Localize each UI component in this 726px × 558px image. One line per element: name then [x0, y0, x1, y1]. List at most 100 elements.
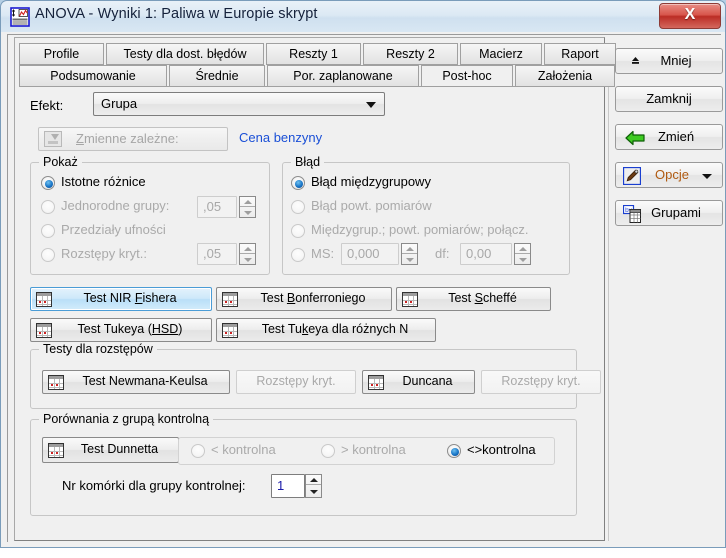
chevron-down-icon[interactable]	[702, 174, 712, 179]
alpha-range-spinner[interactable]	[239, 243, 256, 265]
alpha-range-input[interactable]: ,05	[197, 243, 237, 265]
tab-podsumowanie[interactable]: Podsumowanie	[19, 65, 167, 87]
radio-przedzialy-ufnosci[interactable]	[41, 224, 55, 238]
tab-por-zaplanowane[interactable]: Por. zaplanowane	[267, 65, 419, 87]
range-tests-groupbox: Testy dla rozstępów Test Newmana-Keulsa …	[30, 342, 601, 409]
radio-miedzygrup-polacz[interactable]	[291, 224, 305, 238]
radio-przedzialy-ufnosci-label: Przedziały ufności	[61, 222, 166, 237]
radio-not-equal-control[interactable]	[447, 444, 461, 458]
rozstepy-kryt-nk-button: Rozstępy kryt.	[236, 370, 356, 394]
spinner-up-icon[interactable]	[306, 475, 321, 485]
test-newmana-keulsa-button[interactable]: Test Newmana-Keulsa	[42, 370, 230, 394]
test-tukeya-rozne-n-label: Test Tukeya dla różnych N	[261, 322, 409, 336]
spinner-up-icon[interactable]	[240, 244, 255, 254]
test-newmana-keulsa-label: Test Newmana-Keulsa	[82, 374, 208, 388]
zmien-button[interactable]: Zmień	[615, 124, 723, 150]
ms-spinner[interactable]	[401, 243, 418, 265]
spinner-down-icon[interactable]	[306, 487, 321, 497]
radio-less-than-control[interactable]	[191, 444, 205, 458]
opcje-button[interactable]: Opcje	[615, 162, 723, 188]
dialog-inner-area: Profile Testy dla dost. błędów Reszty 1 …	[7, 34, 723, 542]
tab-macierz[interactable]: Macierz	[460, 43, 542, 65]
mniej-label: Mniej	[660, 53, 692, 68]
radio-blad-miedzygrupowy[interactable]	[291, 176, 305, 190]
radio-blad-miedzygrupowy-label: Błąd międzygrupowy	[311, 174, 431, 189]
radio-rozstepy-kryt[interactable]	[41, 248, 55, 262]
zamknij-label: Zamknij	[646, 91, 692, 106]
test-scheffe-button[interactable]: Test Scheffé	[396, 287, 551, 311]
spinner-up-icon[interactable]	[515, 244, 530, 254]
control-cell-number-input[interactable]: 1	[271, 474, 305, 498]
effect-combobox[interactable]: Grupa	[93, 92, 385, 116]
test-tukeya-hsd-button[interactable]: Test Tukeya (HSD)	[30, 318, 212, 342]
mniej-button[interactable]: Mniej	[615, 48, 723, 74]
title-bar: ANOVA - Wyniki 1: Paliwa w Europie skryp…	[0, 0, 726, 32]
dependent-variables-label: Zmienne zależne:	[76, 131, 179, 146]
radio-ms[interactable]	[291, 248, 305, 262]
dialog-client-area: Profile Testy dla dost. błędów Reszty 1 …	[0, 32, 726, 548]
spinner-down-icon[interactable]	[515, 255, 530, 265]
show-groupbox-title: Pokaż	[39, 155, 82, 169]
rozstepy-kryt-duncan-button: Rozstępy kryt.	[481, 370, 601, 394]
rozstepy-kryt-nk-label: Rozstępy kryt.	[256, 374, 336, 388]
tab-profile[interactable]: Profile	[19, 43, 104, 65]
radio-jednorodne-grupy-label: Jednorodne grupy:	[61, 198, 170, 213]
test-bonferroniego-label: Test Bonferroniego	[260, 291, 366, 305]
dependent-variables-value[interactable]: Cena benzyny	[239, 130, 322, 145]
variables-icon	[44, 131, 62, 147]
radio-jednorodne-grupy[interactable]	[41, 200, 55, 214]
dependent-variables-button[interactable]: Zmienne zależne:	[38, 127, 228, 151]
tab-reszty-1[interactable]: Reszty 1	[266, 43, 361, 65]
ms-input[interactable]: 0,000	[341, 243, 399, 265]
radio-ms-label: MS:	[311, 246, 335, 261]
test-nir-fishera-label: Test NIR Fishera	[83, 291, 177, 305]
test-dunnetta-button[interactable]: Test Dunnetta	[42, 437, 179, 463]
radio-blad-powt-pomiarow[interactable]	[291, 200, 305, 214]
radio-not-equal-control-label: <>kontrolna	[467, 442, 536, 457]
show-groupbox: Pokaż Istotne różnice Jednorodne grupy: …	[30, 155, 270, 275]
tab-srednie[interactable]: Średnie	[169, 65, 265, 87]
tab-strip-underline	[19, 86, 599, 87]
main-panel: Profile Testy dla dost. błędów Reszty 1 …	[14, 37, 616, 541]
radio-greater-than-control[interactable]	[321, 444, 335, 458]
control-cell-number-label: Nr komórki dla grupy kontrolnej:	[62, 478, 246, 493]
df-input[interactable]: 0,00	[460, 243, 512, 265]
df-label: df:	[435, 246, 450, 261]
df-spinner[interactable]	[514, 243, 531, 265]
test-scheffe-label: Test Scheffé	[448, 291, 517, 305]
window-title: ANOVA - Wyniki 1: Paliwa w Europie skryp…	[35, 6, 318, 22]
rozstepy-kryt-duncan-label: Rozstępy kryt.	[501, 374, 581, 388]
close-button[interactable]: X	[659, 3, 721, 29]
close-icon: X	[684, 6, 696, 23]
radio-greater-than-control-label: > kontrolna	[341, 442, 406, 457]
test-tukeya-rozne-n-button[interactable]: Test Tukeya dla różnych N	[216, 318, 436, 342]
alpha-homogeneous-spinner[interactable]	[239, 196, 256, 218]
test-duncana-button[interactable]: Duncana	[362, 370, 475, 394]
spinner-up-icon[interactable]	[402, 244, 417, 254]
radio-istotne-roznice[interactable]	[41, 176, 55, 190]
alpha-homogeneous-input[interactable]: ,05	[197, 196, 237, 218]
spinner-down-icon[interactable]	[240, 208, 255, 218]
anova-chart-icon	[10, 7, 30, 27]
grupami-button[interactable]: by Grupami	[615, 200, 723, 226]
tab-reszty-2[interactable]: Reszty 2	[363, 43, 458, 65]
radio-miedzygrup-polacz-label: Międzygrup.; powt. pomiarów; połącz.	[311, 222, 529, 237]
effect-value: Grupa	[101, 96, 138, 111]
control-comparisons-groupbox: Porównania z grupą kontrolną Test Dunnet…	[30, 412, 577, 516]
spinner-up-icon[interactable]	[240, 197, 255, 207]
panel-divider	[608, 69, 609, 541]
tab-zalozenia[interactable]: Założenia	[515, 65, 615, 87]
zamknij-button[interactable]: Zamknij	[615, 86, 723, 112]
spinner-down-icon[interactable]	[240, 255, 255, 265]
spinner-down-icon[interactable]	[402, 255, 417, 265]
tab-raport[interactable]: Raport	[544, 43, 616, 65]
test-dunnetta-label: Test Dunnetta	[80, 442, 159, 456]
test-bonferroniego-button[interactable]: Test Bonferroniego	[216, 287, 392, 311]
control-cell-number-spinner[interactable]	[305, 474, 322, 498]
test-nir-fishera-button[interactable]: Test NIR Fishera	[30, 287, 212, 311]
control-comparisons-title: Porównania z grupą kontrolną	[39, 412, 214, 426]
tab-testy-dost-bledow[interactable]: Testy dla dost. błędów	[106, 43, 264, 65]
tab-post-hoc[interactable]: Post-hoc	[421, 65, 513, 87]
range-tests-title: Testy dla rozstępów	[39, 342, 157, 356]
grupami-label: Grupami	[651, 205, 701, 220]
